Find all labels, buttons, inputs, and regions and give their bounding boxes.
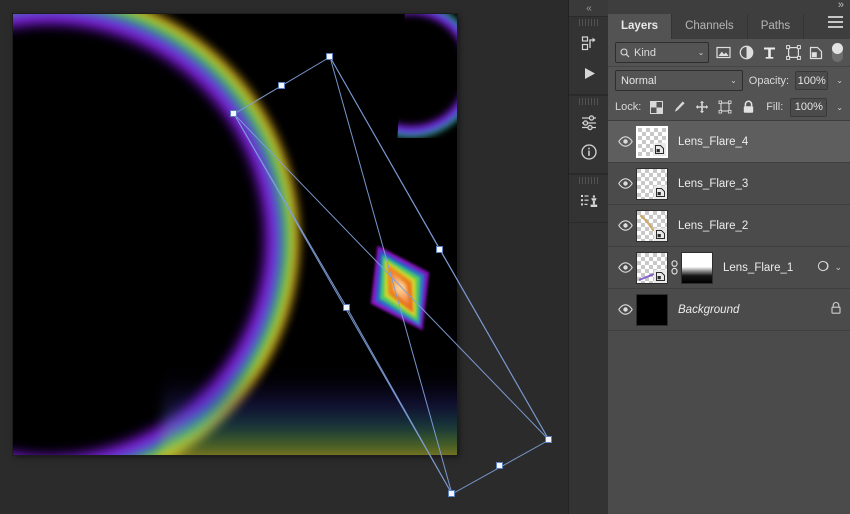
blend-mode-select[interactable]: Normal ⌄ [615,70,743,91]
rail-group-adjustments-info [569,95,609,174]
filter-kind-select[interactable]: Kind ⌄ [615,42,710,63]
lock-artboard-nesting-icon[interactable] [717,99,733,115]
tab-channels[interactable]: Channels [672,14,748,39]
magnifier-icon [620,47,630,57]
layer-row-lens-flare-2[interactable]: Lens_Flare_2 [608,205,850,247]
rail-group-grip[interactable] [579,98,599,105]
layer-locked-icon [830,301,842,318]
smart-object-badge-icon [654,269,667,283]
chevron-down-icon: ⌄ [730,76,737,85]
opacity-stepper-icon[interactable]: ⌄ [834,76,843,85]
lock-image-pixels-icon[interactable] [671,99,687,115]
clone-source-stamp-icon[interactable] [569,186,609,216]
layer-thumbnail[interactable] [636,251,668,284]
tab-paths[interactable]: Paths [748,14,805,39]
layer-visibility-eye-icon[interactable] [614,178,636,189]
filter-enable-toggle[interactable] [832,43,844,62]
layer-thumbnail[interactable] [636,293,668,326]
smart-object-badge-icon [654,185,667,199]
handle-bottom-mid[interactable] [496,462,503,469]
layer-effects-group: ⌄ [817,259,844,276]
layers-panel: » Layers Channels Paths Kind ⌄ Normal ⌄ … [608,0,850,514]
blend-mode-value: Normal [621,74,657,87]
layer-effects-icon[interactable] [817,259,831,276]
fill-label: Fill: [766,101,784,113]
tab-layers-label: Layers [621,20,659,32]
layer-name[interactable]: Lens_Flare_1 [713,262,817,274]
fill-value: 100% [794,101,823,113]
mask-link-icon[interactable] [668,260,681,275]
expand-effects-chevron-icon[interactable]: ⌄ [834,262,842,273]
info-circle-icon[interactable] [569,137,609,167]
lock-row: Lock: Fill: 100% ⌄ [608,94,850,121]
layer-row-lens-flare-3[interactable]: Lens_Flare_3 [608,163,850,205]
lock-position-icon[interactable] [694,99,710,115]
rail-group-grip[interactable] [579,19,599,26]
layer-row-lens-flare-1[interactable]: Lens_Flare_1 ⌄ [608,247,850,289]
workspace [0,0,568,514]
filter-pixel-layers-icon[interactable] [714,43,732,62]
panel-tab-bar: Layers Channels Paths [608,10,850,39]
layer-visibility-eye-icon[interactable] [614,304,636,315]
actions-play-icon[interactable] [569,58,609,88]
lock-transparent-pixels-icon[interactable] [648,99,664,115]
handle-bottom-corner[interactable] [448,490,455,497]
layer-mask-thumbnail[interactable] [681,251,713,284]
handle-right-corner[interactable] [545,436,552,443]
panel-menu-icon[interactable] [828,16,843,31]
opacity-label: Opacity: [748,74,790,87]
rail-group-grip[interactable] [579,177,599,184]
opacity-input[interactable]: 100% [795,71,829,90]
filter-smart-object-icon[interactable] [807,43,825,62]
photoshop-window: « » Layers Channels Paths Kind ⌄ Normal … [0,0,850,514]
layer-lock-group [830,301,844,318]
layer-name[interactable]: Background [668,304,830,316]
bottom-rainbow-glow-core [163,366,457,455]
canvas-frame [13,14,457,455]
small-rainbow-arc [397,14,457,138]
filter-kind-label: Kind [634,46,657,59]
smart-object-badge-icon [654,227,667,241]
double-chevron-left-icon: « [586,2,592,14]
fill-input[interactable]: 100% [790,97,828,117]
opacity-value: 100% [797,74,826,87]
panel-topbar: » [608,0,850,11]
rail-collapse-button[interactable]: « [569,0,609,16]
chevron-down-icon: ⌄ [697,48,705,57]
filter-adjustment-layers-icon[interactable] [738,43,756,62]
layer-thumbnail[interactable] [636,167,668,200]
layer-visibility-eye-icon[interactable] [614,220,636,231]
tab-layers[interactable]: Layers [608,14,673,39]
blend-mode-row: Normal ⌄ Opacity: 100% ⌄ [608,67,850,94]
layer-thumbnail[interactable] [636,209,668,242]
lock-label: Lock: [615,101,642,113]
layer-thumbnail[interactable] [636,125,668,158]
fill-stepper-icon[interactable]: ⌄ [834,103,843,112]
lock-all-icon[interactable] [740,99,756,115]
rail-group-clone-source [569,174,609,223]
layer-row-lens-flare-4[interactable]: Lens_Flare_4 [608,121,850,163]
smart-object-badge-icon [653,142,666,156]
layer-name[interactable]: Lens_Flare_3 [668,178,844,190]
layer-visibility-eye-icon[interactable] [614,262,636,273]
tab-channels-label: Channels [685,20,734,32]
filter-type-layers-icon[interactable] [761,43,779,62]
filter-shape-layers-icon[interactable] [784,43,802,62]
layer-name[interactable]: Lens_Flare_4 [668,136,844,148]
collapsed-panel-rail: « [568,0,609,514]
layer-list-empty-area [608,331,850,509]
layer-list: Lens_Flare_4 Lens_Flare_3 Lens_Flare_2 L… [608,121,850,331]
rail-group-history-actions [569,16,609,95]
layer-name[interactable]: Lens_Flare_2 [668,220,844,232]
adjustments-sliders-icon[interactable] [569,107,609,137]
history-panel-icon[interactable] [569,28,609,58]
layer-visibility-eye-icon[interactable] [614,136,636,147]
tab-paths-label: Paths [760,20,791,32]
layer-filter-row: Kind ⌄ [608,39,850,67]
document-canvas[interactable] [13,14,457,455]
layer-row-background[interactable]: Background [608,289,850,331]
